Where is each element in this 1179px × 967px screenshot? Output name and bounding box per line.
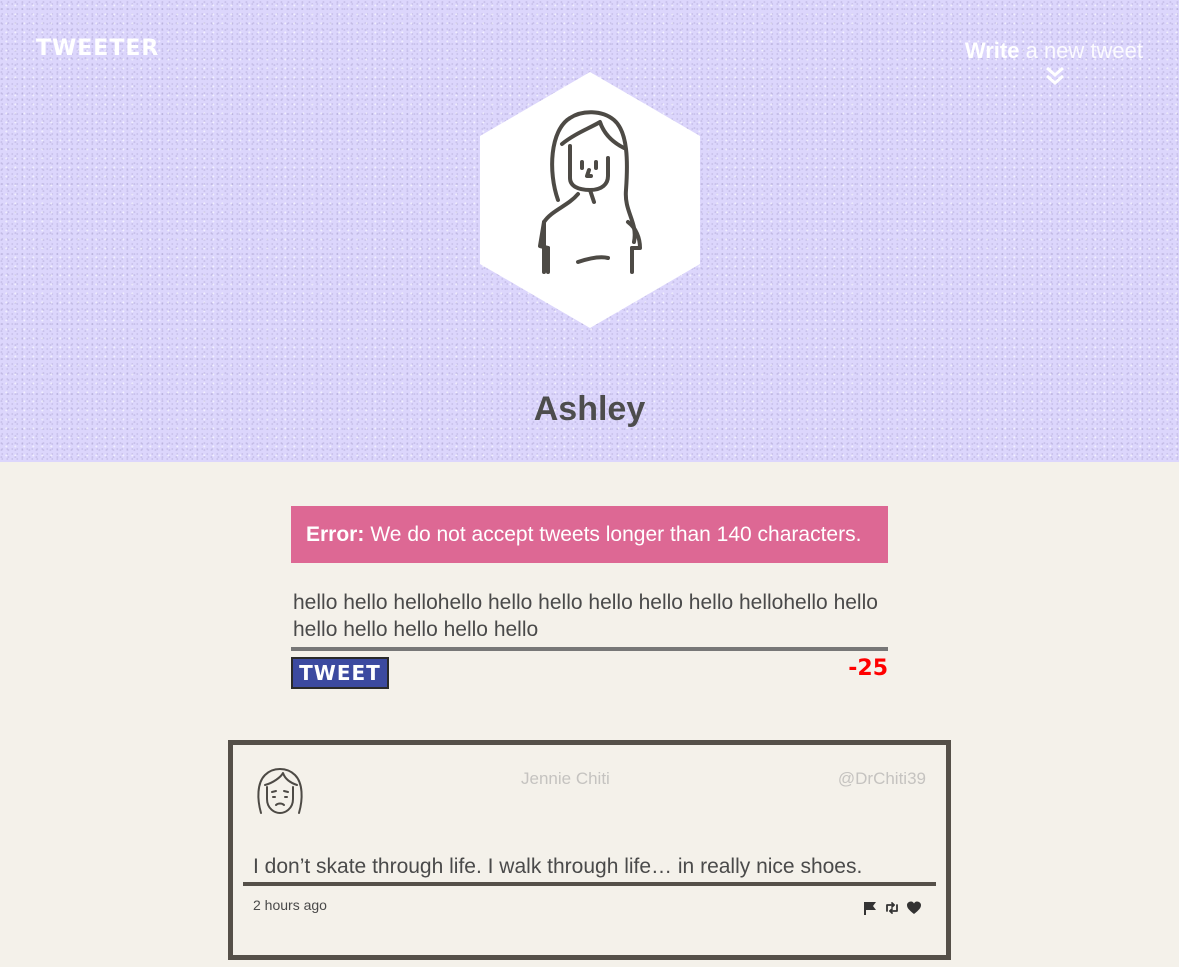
profile-header: TWEETER Write a new tweet Ashley — [0, 0, 1179, 462]
tweet-author-name: Jennie Chiti — [521, 769, 610, 788]
tweet-card: Jennie Chiti @DrChiti39 I don’t skate th… — [228, 740, 951, 960]
compose-underline — [291, 647, 888, 651]
profile-avatar — [480, 72, 700, 328]
tweet-submit-button[interactable]: TWEET — [291, 657, 389, 689]
app-logo[interactable]: TWEETER — [36, 36, 159, 61]
error-text: We do not accept tweets longer than 140 … — [370, 522, 862, 546]
flag-icon[interactable] — [862, 900, 878, 916]
profile-name: Ashley — [533, 390, 646, 428]
sad-girl-avatar-icon — [257, 768, 303, 814]
heart-icon[interactable] — [906, 900, 922, 916]
chevrons-down-icon[interactable] — [1043, 64, 1067, 88]
tweet-author-handle: @DrChiti39 — [837, 769, 926, 788]
tweet-compose-input[interactable]: hello hello hellohello hello hello hello… — [293, 589, 887, 647]
retweet-icon[interactable] — [884, 900, 900, 916]
write-rest-label: a new tweet — [1019, 38, 1143, 63]
error-message: Error: We do not accept tweets longer th… — [291, 506, 888, 563]
write-new-tweet-link[interactable]: Write a new tweet — [965, 38, 1143, 64]
error-label: Error: — [306, 522, 365, 546]
write-label: Write — [964, 38, 1020, 63]
tweet-divider — [243, 882, 936, 886]
tweet-actions — [862, 900, 922, 916]
tweet-timestamp: 2 hours ago — [253, 897, 327, 913]
tweet-content: I don’t skate through life. I walk throu… — [253, 855, 863, 878]
character-counter: -25 — [848, 656, 888, 681]
